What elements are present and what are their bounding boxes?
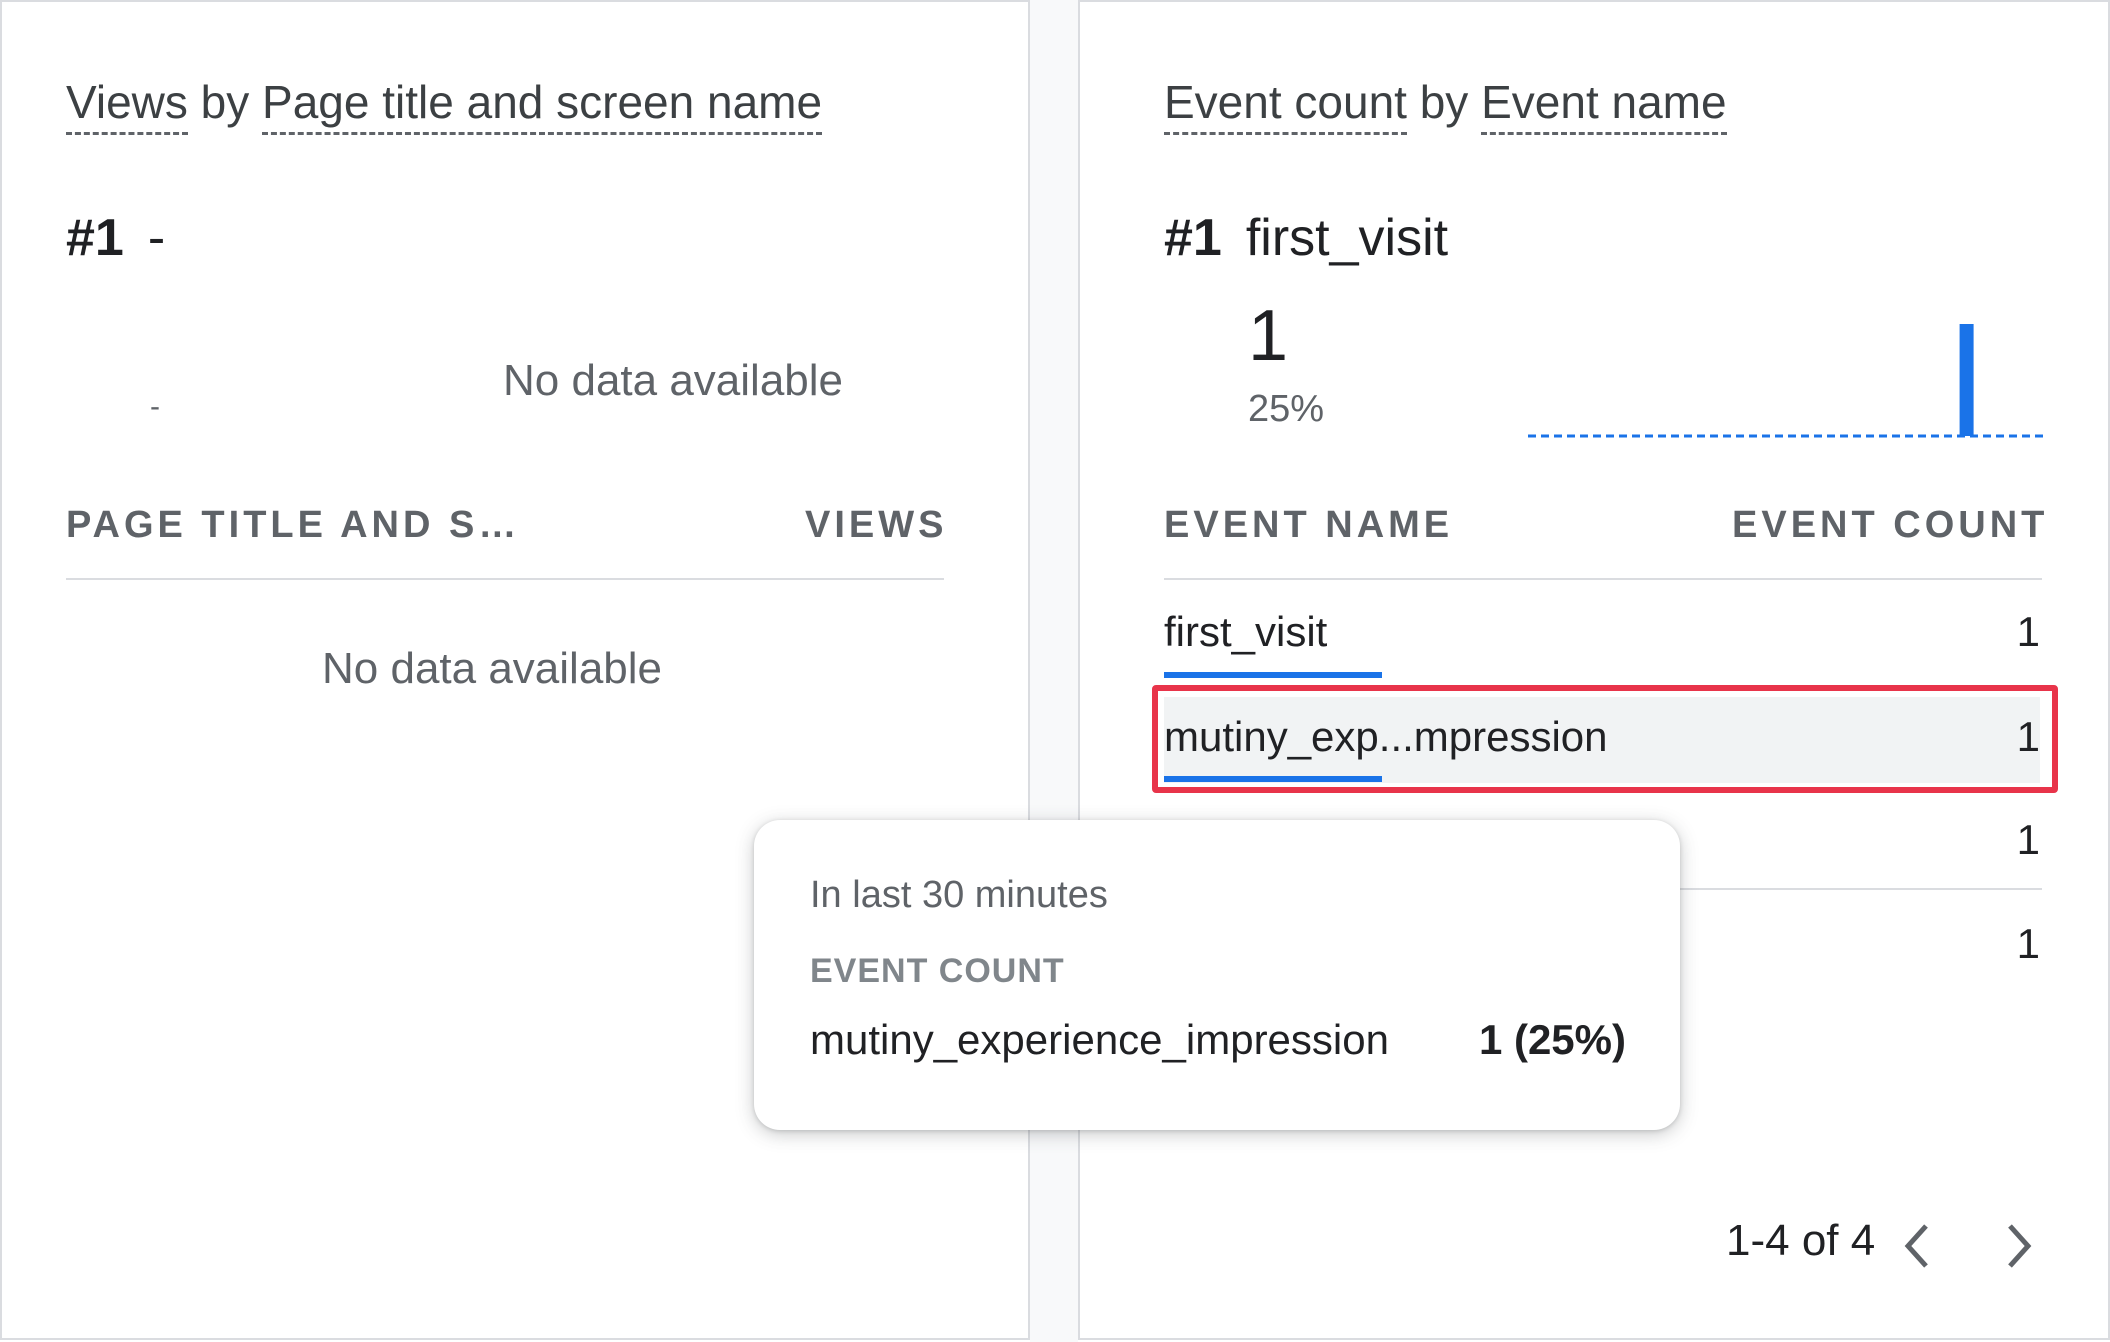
tooltip-metric: EVENT COUNT [810, 952, 1065, 990]
event-count-sparkline [1528, 324, 2044, 438]
chevron-left-icon [1904, 1224, 1928, 1268]
right-column-header-event-name[interactable]: EVENT NAME [1164, 504, 1453, 547]
dimension-selector-event-name[interactable]: Event name [1481, 76, 1727, 135]
tooltip-period: In last 30 minutes [810, 874, 1108, 916]
rank-value: - [147, 209, 166, 267]
pagination-label: 1-4 of 4 [1726, 1216, 1876, 1265]
tooltip-event-value: 1 (25%) [1478, 1016, 1626, 1063]
rank-value: first_visit [1245, 209, 1449, 267]
title-by-text: by [200, 76, 250, 128]
left-chart-no-data: No data available [503, 356, 844, 405]
event-count-by-event-name-card [1078, 0, 2110, 1340]
card-gutter [1030, 0, 1078, 1342]
dimension-selector-page-title[interactable]: Page title and screen name [262, 76, 823, 135]
right-card-title: Event count by Event name [1164, 76, 1727, 135]
left-top-rank: #1- [66, 208, 165, 268]
chevron-right-icon [2008, 1224, 2032, 1268]
tooltip-event-name: mutiny_experience_impression [810, 1016, 1389, 1063]
next-page-button[interactable] [1994, 1218, 2044, 1274]
row-share-bar [1164, 672, 1382, 678]
left-column-header-dimension[interactable]: PAGE TITLE AND S… [66, 504, 520, 547]
title-by-text: by [1419, 76, 1469, 128]
row-tooltip: In last 30 minutes EVENT COUNT mutiny_ex… [754, 820, 1680, 1130]
rank-number: #1 [66, 209, 124, 267]
table-row-event-count: 1 [2016, 816, 2040, 863]
left-column-header-views[interactable]: VIEWS [805, 504, 947, 547]
table-row-event-name[interactable]: first_visit [1164, 608, 1327, 656]
metric-selector-views[interactable]: Views [66, 76, 188, 135]
highlighted-row-outline [1152, 685, 2058, 793]
left-table-no-data: No data available [322, 644, 663, 693]
right-top-rank: #1 first_visit [1164, 208, 1448, 268]
top-event-percent: 25% [1248, 388, 1325, 430]
rank-number: #1 [1164, 209, 1222, 267]
right-table-header-divider [1164, 578, 2042, 580]
metric-selector-event-count[interactable]: Event count [1164, 76, 1407, 135]
right-column-header-event-count[interactable]: EVENT COUNT [1732, 504, 2048, 547]
left-table-header-divider [66, 578, 944, 580]
table-row-event-count: 1 [2016, 920, 2040, 967]
previous-page-button[interactable] [1894, 1218, 1944, 1274]
sparkline-bar [1959, 324, 1974, 436]
left-spark-value: - [150, 390, 160, 423]
top-event-value: 1 [1248, 296, 1289, 376]
left-card-title: Views by Page title and screen name [66, 76, 823, 135]
table-row-event-count: 1 [2016, 608, 2040, 655]
